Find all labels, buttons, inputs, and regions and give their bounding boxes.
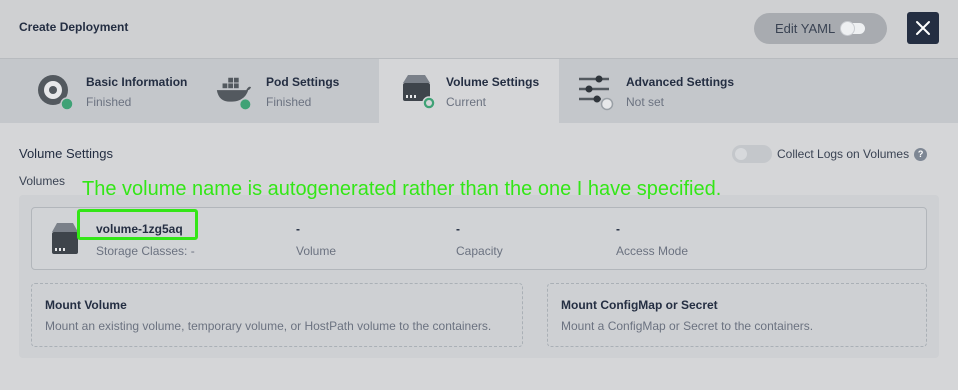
sliders-icon: [579, 75, 614, 111]
close-button[interactable]: [907, 12, 939, 44]
step-name: Volume Settings: [446, 75, 540, 89]
docker-icon: [216, 77, 252, 111]
annotation-highlight-box: [77, 209, 198, 240]
storage-class-label: Storage Classes: -: [96, 244, 195, 258]
access-mode-label: Access Mode: [616, 244, 689, 258]
collect-logs-label: Collect Logs on Volumes: [777, 147, 910, 161]
access-mode-value: -: [616, 222, 620, 236]
step-status: Finished: [86, 95, 132, 109]
tab-advanced-settings[interactable]: Advanced Settings Not set: [559, 59, 759, 124]
mount-volume-title: Mount Volume: [45, 298, 127, 312]
storage-icon: [403, 75, 436, 110]
mount-configmap-title: Mount ConfigMap or Secret: [561, 298, 718, 312]
step-name: Basic Information: [86, 75, 188, 89]
volume-label: Volume: [296, 244, 337, 258]
mount-configmap-description: Mount a ConfigMap or Secret to the conta…: [561, 319, 814, 333]
step-tabs: Basic Information Finished Pod Settings …: [0, 58, 958, 124]
modal-header: Create Deployment Edit YAML: [0, 0, 958, 58]
step-status: Not set: [626, 95, 665, 109]
edit-yaml-label: Edit YAML: [775, 21, 836, 36]
mount-configmap-button[interactable]: Mount ConfigMap or Secret Mount a Config…: [547, 283, 927, 347]
tab-pod-settings[interactable]: Pod Settings Finished: [200, 59, 379, 124]
volume-value: -: [296, 222, 300, 236]
tab-basic-information[interactable]: Basic Information Finished: [0, 59, 200, 124]
capacity-value: -: [456, 222, 460, 236]
edit-yaml-toggle[interactable]: [841, 22, 865, 35]
section-title: Volume Settings: [19, 146, 113, 161]
step-name: Advanced Settings: [626, 75, 735, 89]
collect-logs-toggle[interactable]: Collect Logs on Volumes ?: [732, 145, 928, 163]
step-status: Finished: [266, 95, 312, 109]
help-icon[interactable]: ?: [914, 147, 928, 161]
step-status: Current: [446, 95, 487, 109]
mount-volume-description: Mount an existing volume, temporary volu…: [45, 319, 492, 333]
mount-volume-button[interactable]: Mount Volume Mount an existing volume, t…: [31, 283, 523, 347]
edit-yaml-button[interactable]: Edit YAML: [754, 13, 887, 44]
volume-column: - Volume: [296, 222, 336, 258]
collect-logs-switch[interactable]: [732, 145, 772, 163]
basic-info-icon: [38, 75, 74, 111]
close-icon: [916, 21, 930, 35]
annotation-text: The volume name is autogenerated rather …: [82, 178, 722, 200]
modal-title: Create Deployment: [19, 20, 129, 34]
volumes-label: Volumes: [19, 174, 66, 188]
capacity-label: Capacity: [456, 244, 503, 258]
step-name: Pod Settings: [266, 75, 340, 89]
capacity-column: - Capacity: [456, 222, 503, 258]
access-mode-column: - Access Mode: [616, 222, 688, 258]
tab-volume-settings[interactable]: Volume Settings Current: [379, 59, 559, 124]
storage-icon: [52, 223, 78, 254]
